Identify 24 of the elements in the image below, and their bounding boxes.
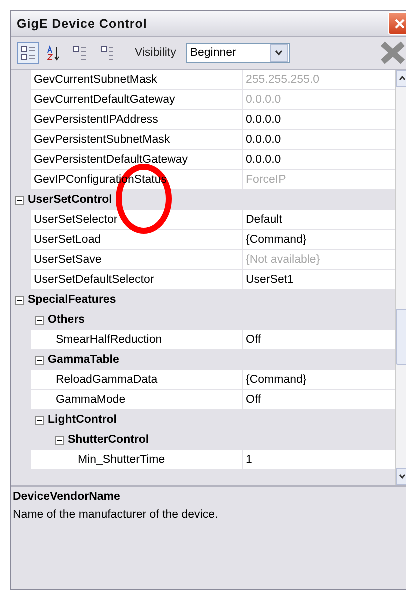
visibility-dropdown[interactable]: Beginner — [186, 43, 290, 63]
category-name: Others — [48, 314, 86, 326]
property-value[interactable]: Default — [243, 210, 395, 230]
window-title: GigE Device Control — [17, 16, 148, 30]
property-value[interactable]: 1 — [243, 450, 395, 470]
property-name[interactable]: UserSetSave — [34, 254, 102, 266]
property-value[interactable]: 0.0.0.0 — [243, 130, 395, 150]
property-value[interactable]: Off — [243, 390, 395, 410]
property-value[interactable]: UserSet1 — [243, 270, 395, 290]
description-title: DeviceVendorName — [13, 491, 122, 503]
property-name[interactable]: UserSetLoad — [34, 234, 102, 246]
property-value[interactable]: Off — [243, 330, 395, 350]
category-name: SpecialFeatures — [28, 294, 116, 306]
category-name: LightControl — [48, 414, 117, 426]
visibility-label: Visibility — [135, 47, 176, 59]
category-name: GammaTable — [48, 354, 120, 366]
property-value[interactable]: {Command} — [243, 230, 395, 250]
property-value[interactable]: 0.0.0.0 — [243, 110, 395, 130]
property-value[interactable]: 0.0.0.0 — [243, 150, 395, 170]
category-name: ShutterControl — [68, 434, 150, 446]
property-name[interactable]: GammaMode — [56, 394, 126, 406]
description-text: Name of the manufacturer of the device. — [13, 509, 220, 521]
category-name: UserSetControl — [28, 194, 112, 206]
property-value[interactable]: {Command} — [243, 370, 395, 390]
